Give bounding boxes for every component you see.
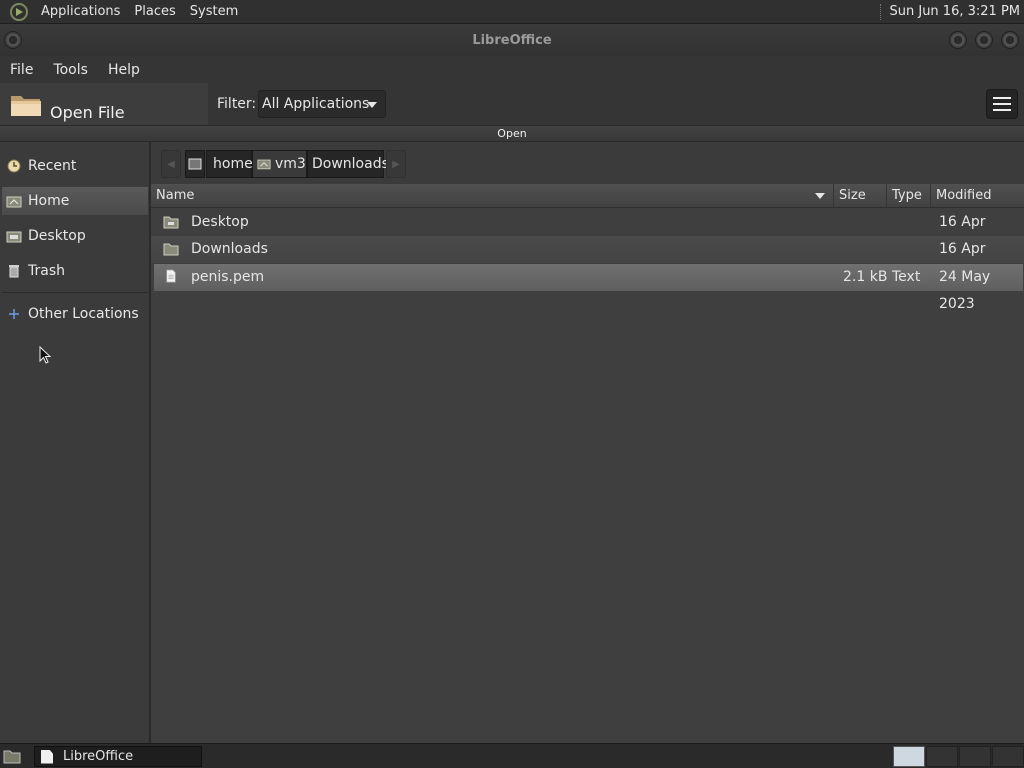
drive-icon (188, 158, 202, 170)
panel-clock[interactable]: Sun Jun 16, 3:21 PM (879, 0, 1021, 24)
crumb-downloads[interactable]: Downloads (307, 150, 389, 178)
text-file-icon (166, 269, 176, 283)
applications-logo-icon[interactable] (10, 2, 28, 21)
filter-value: All Applications (262, 96, 370, 112)
toolbar: Open File Filter: All Applications (0, 83, 1024, 125)
recent-icon (6, 158, 22, 174)
hamburger-line-icon (993, 109, 1011, 111)
menu-file[interactable]: File (0, 62, 43, 78)
file-name: Downloads (191, 241, 268, 257)
places-sidebar: Recent Home Desktop Trash Other Location… (0, 142, 150, 743)
plus-icon (6, 306, 22, 322)
filter-label: Filter: (217, 96, 257, 112)
hamburger-line-icon (993, 97, 1011, 99)
crumb-home[interactable]: home (206, 150, 253, 178)
minimize-button[interactable] (949, 31, 967, 49)
column-label: Type (892, 188, 922, 203)
home-icon (6, 193, 22, 209)
workspace-1[interactable] (893, 746, 925, 767)
window-title: LibreOffice (472, 32, 552, 48)
file-row-desktop[interactable]: Desktop 16 Apr (151, 209, 1024, 236)
applications-menu[interactable]: Applications (34, 0, 127, 24)
hamburger-menu-button[interactable] (986, 89, 1018, 119)
open-folder-icon (10, 92, 42, 116)
menu-help[interactable]: Help (98, 62, 150, 78)
menu-tools[interactable]: Tools (43, 62, 98, 78)
workspace-2[interactable] (926, 746, 958, 767)
places-menu[interactable]: Places (127, 0, 182, 24)
workspace-4[interactable] (992, 746, 1024, 767)
sidebar-item-other-locations[interactable]: Other Locations (2, 300, 148, 328)
taskbar: LibreOffice (0, 743, 1024, 768)
workspace-3[interactable] (959, 746, 991, 767)
sidebar-label: Desktop (28, 228, 86, 244)
sort-down-icon (815, 193, 825, 199)
file-size: 2.1 kB (843, 269, 888, 285)
sidebar-label: Home (28, 193, 70, 209)
column-label: Name (156, 188, 195, 203)
sidebar-item-home[interactable]: Home (2, 187, 148, 215)
column-type[interactable]: Type (887, 184, 931, 208)
column-label: Size (839, 188, 866, 203)
window-menu-button[interactable] (4, 31, 22, 49)
document-icon (41, 749, 53, 764)
dropdown-caret-icon (367, 102, 377, 108)
trash-icon (6, 263, 22, 279)
desktop-icon (6, 228, 22, 244)
open-file-heading: Open File (0, 83, 208, 125)
hamburger-line-icon (993, 103, 1011, 105)
column-header: Name Size Type Modified (151, 184, 1024, 208)
taskbar-window-button[interactable]: LibreOffice (34, 746, 202, 767)
clock-separator (879, 4, 882, 20)
home-icon (257, 159, 271, 170)
file-modified: 16 Apr (939, 214, 986, 230)
file-type: Text (892, 269, 921, 285)
show-desktop-icon[interactable] (2, 746, 22, 766)
sidebar-label: Recent (28, 158, 77, 174)
column-modified[interactable]: Modified (931, 184, 1024, 208)
crumb-label: Downloads (312, 156, 389, 172)
maximize-button[interactable] (975, 31, 993, 49)
sidebar-divider (2, 292, 148, 293)
crumb-vm3[interactable]: vm3 (252, 150, 307, 178)
crumb-label: home (213, 156, 253, 172)
column-size[interactable]: Size (834, 184, 887, 208)
dialog-header: Open (0, 125, 1024, 142)
file-list: Name Size Type Modified Desktop 16 Apr D… (151, 184, 1024, 743)
file-modified: 24 May 2023 (939, 269, 991, 312)
file-row-penis-pem[interactable]: penis.pem 2.1 kB Text 24 May 2023 (154, 264, 1023, 312)
file-modified: 16 Apr (939, 241, 986, 257)
close-button[interactable] (1001, 31, 1019, 49)
file-name: penis.pem (191, 269, 265, 285)
folder-icon (163, 243, 179, 256)
filter-dropdown[interactable]: All Applications (258, 90, 386, 118)
menubar: File Tools Help (0, 56, 1024, 83)
clock-text: Sun Jun 16, 3:21 PM (889, 4, 1021, 19)
path-bar: ◀ home vm3 Downloads ▶ (151, 142, 1024, 184)
file-row-downloads[interactable]: Downloads 16 Apr (151, 236, 1024, 263)
desktop-folder-icon (163, 216, 179, 229)
crumb-label: vm3 (275, 156, 306, 172)
column-name[interactable]: Name (151, 184, 834, 208)
open-file-title: Open File (50, 102, 125, 122)
path-left-arrow[interactable]: ◀ (161, 150, 181, 178)
root-crumb[interactable] (185, 150, 205, 178)
window-title-bar[interactable]: LibreOffice (0, 24, 1024, 56)
system-menu[interactable]: System (183, 0, 245, 24)
sidebar-item-recent[interactable]: Recent (2, 152, 148, 180)
column-label: Modified (936, 188, 992, 203)
taskbar-window-label: LibreOffice (63, 749, 134, 764)
path-right-arrow[interactable]: ▶ (386, 150, 406, 178)
sidebar-label: Other Locations (28, 306, 139, 322)
top-panel: Applications Places System Sun Jun 16, 3… (0, 0, 1024, 24)
file-name: Desktop (191, 214, 249, 230)
sidebar-item-trash[interactable]: Trash (2, 257, 148, 285)
sidebar-label: Trash (28, 263, 65, 279)
sidebar-item-desktop[interactable]: Desktop (2, 222, 148, 250)
mouse-cursor-icon (39, 346, 52, 364)
